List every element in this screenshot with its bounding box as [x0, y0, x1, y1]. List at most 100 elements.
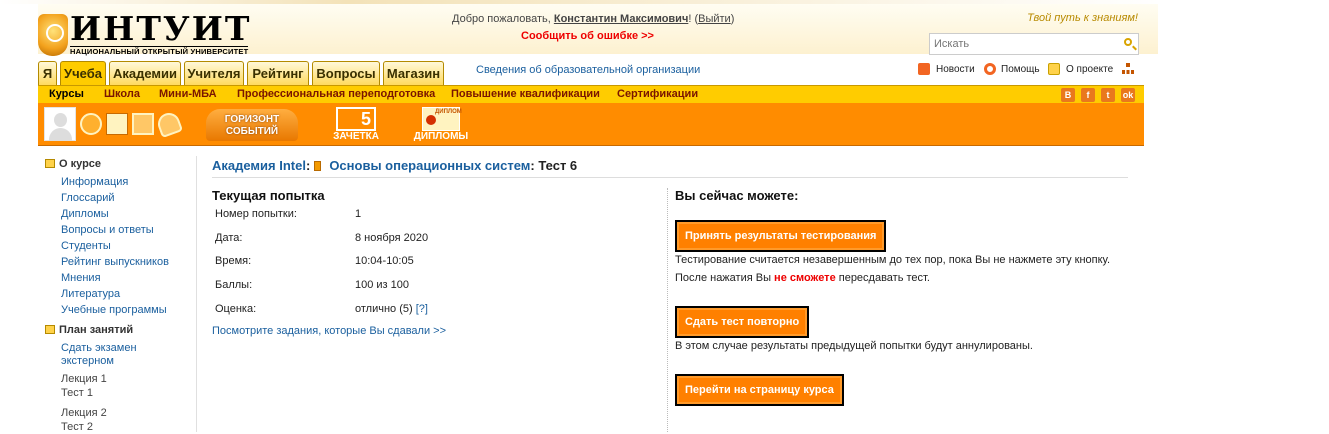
sidebar-link-diplomas[interactable]: Дипломы	[61, 208, 109, 220]
subnav-mini-mba[interactable]: Мини-МБА	[159, 88, 217, 100]
test1-label[interactable]: Тест 1	[61, 386, 195, 400]
sidebar-item-opinions: Мнения	[45, 270, 195, 286]
top-red-dash	[300, 0, 900, 2]
slogan: Твой путь к знаниям!	[1027, 12, 1138, 24]
after-accept-note: После нажатия Вы не сможете пересдавать …	[675, 272, 930, 284]
tab-reyting[interactable]: Рейтинг	[247, 61, 309, 86]
vk-icon[interactable]: В	[1061, 88, 1075, 102]
breadcrumb-underline	[212, 177, 1128, 178]
tab-uchitelya[interactable]: Учителя	[184, 61, 244, 86]
attempt-label-score: Баллы:	[215, 279, 253, 291]
sidebar-item-literature: Литература	[45, 286, 195, 302]
facebook-icon[interactable]: f	[1081, 88, 1095, 102]
search-input[interactable]	[930, 34, 1110, 54]
horizon-events-button[interactable]: ГОРИЗОНТ СОБЫТИЙ	[206, 109, 298, 141]
gift-icon[interactable]	[132, 113, 154, 135]
tab-ya[interactable]: Я	[38, 61, 57, 86]
folder-icon	[45, 159, 55, 168]
sidebar-link-students[interactable]: Студенты	[61, 240, 111, 252]
sidebar-plan-label: План занятий	[59, 324, 134, 336]
zachetka-label: ЗАЧЕТКА	[333, 131, 379, 142]
grade-help-link[interactable]: [?]	[416, 303, 428, 315]
sidebar-item-glossary: Глоссарий	[45, 190, 195, 206]
record-book-icon: 5	[336, 107, 376, 131]
sitemap-icon[interactable]	[1122, 63, 1134, 75]
subnav-perepodgotovka[interactable]: Профессиональная переподготовка	[237, 88, 435, 100]
subnav-kursy[interactable]: Курсы	[49, 88, 84, 100]
attempt-title: Текущая попытка	[212, 188, 325, 203]
user-toolbar: ГОРИЗОНТ СОБЫТИЙ 5 ЗАЧЕТКА ДИПЛОМ ДИПЛОМЫ	[38, 103, 1144, 146]
sidebar-link-graduates[interactable]: Рейтинг выпускников	[61, 256, 169, 268]
tab-magazin[interactable]: Магазин	[383, 61, 444, 86]
sidebar-about-label: О курсе	[59, 158, 102, 170]
welcome-suffix: )	[730, 13, 735, 25]
lecture2-label[interactable]: Лекция 2	[61, 406, 195, 420]
alarm-clock-icon[interactable]	[80, 113, 102, 135]
bell-icon[interactable]	[154, 109, 184, 139]
sidebar-link-glossary[interactable]: Глоссарий	[61, 192, 115, 204]
help-icon	[984, 63, 996, 75]
attempt-label-grade: Оценка:	[215, 303, 257, 315]
about-icon	[1048, 63, 1060, 75]
logo-subtitle: НАЦИОНАЛЬНЫЙ ОТКРЫТЫЙ УНИВЕРСИТЕТ	[70, 46, 249, 56]
sidebar-plan-head[interactable]: План занятий	[45, 324, 195, 340]
avatar[interactable]	[44, 107, 76, 141]
user-name-link[interactable]: Константин Максимович	[554, 13, 688, 25]
subnav-povyshenie[interactable]: Повышение квалификации	[451, 88, 600, 100]
sidebar-item-students: Студенты	[45, 238, 195, 254]
sidebar-link-literature[interactable]: Литература	[61, 288, 120, 300]
odnoklassniki-icon[interactable]: ok	[1121, 88, 1135, 102]
diploma-icon: ДИПЛОМ	[422, 107, 462, 131]
attempt-label-number: Номер попытки:	[215, 208, 297, 220]
logout-link[interactable]: Выйти	[698, 13, 731, 25]
retake-note: В этом случае результаты предыдущей попы…	[675, 340, 1033, 352]
attempt-value-number: 1	[355, 208, 362, 220]
attempt-label-date: Дата:	[215, 232, 243, 244]
go-to-course-button[interactable]: Перейти на страницу курса	[675, 374, 844, 406]
attempt-value-grade-row: отлично (5) [?]	[355, 303, 428, 315]
breadcrumb-course[interactable]: Основы операционных систем	[329, 158, 530, 173]
exam-line1: Сдать экзамен	[61, 342, 137, 354]
twitter-icon[interactable]: t	[1101, 88, 1115, 102]
breadcrumb-academy[interactable]: Академия Intel	[212, 158, 306, 173]
lecture1-label[interactable]: Лекция 1	[61, 372, 195, 386]
search-box	[929, 33, 1139, 55]
mail-icon[interactable]	[106, 113, 128, 135]
subnav-shkola[interactable]: Школа	[104, 88, 140, 100]
tab-voprosy[interactable]: Вопросы	[312, 61, 380, 86]
retake-test-button[interactable]: Сдать тест повторно	[675, 306, 810, 338]
accept-results-button[interactable]: Принять результаты тестирования	[675, 220, 887, 252]
sidebar-item-info: Информация	[45, 174, 195, 190]
diploma-tag: ДИПЛОМ	[435, 109, 462, 115]
tab-ucheba[interactable]: Учеба	[60, 61, 106, 87]
org-info-link[interactable]: Сведения об образовательной организации	[476, 64, 700, 76]
horizon-line2: СОБЫТИЙ	[225, 126, 279, 137]
attempt-label-time: Время:	[215, 255, 252, 267]
help-link[interactable]: Помощь	[1001, 64, 1040, 75]
view-tasks-link[interactable]: Посмотрите задания, которые Вы сдавали >…	[212, 325, 446, 337]
about-link[interactable]: О проекте	[1066, 64, 1113, 75]
sidebar-about-head[interactable]: О курсе	[45, 158, 195, 174]
report-error-link[interactable]: Сообщить об ошибке >>	[521, 30, 654, 42]
logo-emblem-icon	[38, 14, 68, 56]
sidebar-item-lecture1: Лекция 1 Тест 1	[45, 368, 195, 400]
welcome-prefix: Добро пожаловать,	[452, 13, 554, 25]
rss-icon	[918, 63, 930, 75]
sidebar-item-lecture2: Лекция 2 Тест 2	[45, 400, 195, 434]
welcome-mid: ! (	[688, 13, 699, 25]
subnav-sertifikatsii[interactable]: Сертификации	[617, 88, 698, 100]
search-icon[interactable]	[1124, 38, 1132, 46]
course-sidebar: О курсе Информация Глоссарий Дипломы Воп…	[45, 158, 195, 434]
site-logo[interactable]: ИНТУИТ НАЦИОНАЛЬНЫЙ ОТКРЫТЫЙ УНИВЕРСИТЕТ	[38, 12, 249, 58]
sidebar-link-info[interactable]: Информация	[61, 176, 128, 188]
tab-akademii[interactable]: Академии	[109, 61, 181, 86]
sidebar-link-opinions[interactable]: Мнения	[61, 272, 101, 284]
news-link[interactable]: Новости	[936, 64, 975, 75]
diplomas-button[interactable]: ДИПЛОМ ДИПЛОМЫ	[408, 107, 474, 145]
zachetka-button[interactable]: 5 ЗАЧЕТКА	[328, 107, 384, 145]
sidebar-link-programs[interactable]: Учебные программы	[61, 304, 167, 316]
attempt-value-time: 10:04-10:05	[355, 255, 414, 267]
sidebar-link-exam[interactable]: Сдать экзамен экстерном	[61, 342, 137, 367]
sidebar-link-qa[interactable]: Вопросы и ответы	[61, 224, 154, 236]
sidebar-item-qa: Вопросы и ответы	[45, 222, 195, 238]
